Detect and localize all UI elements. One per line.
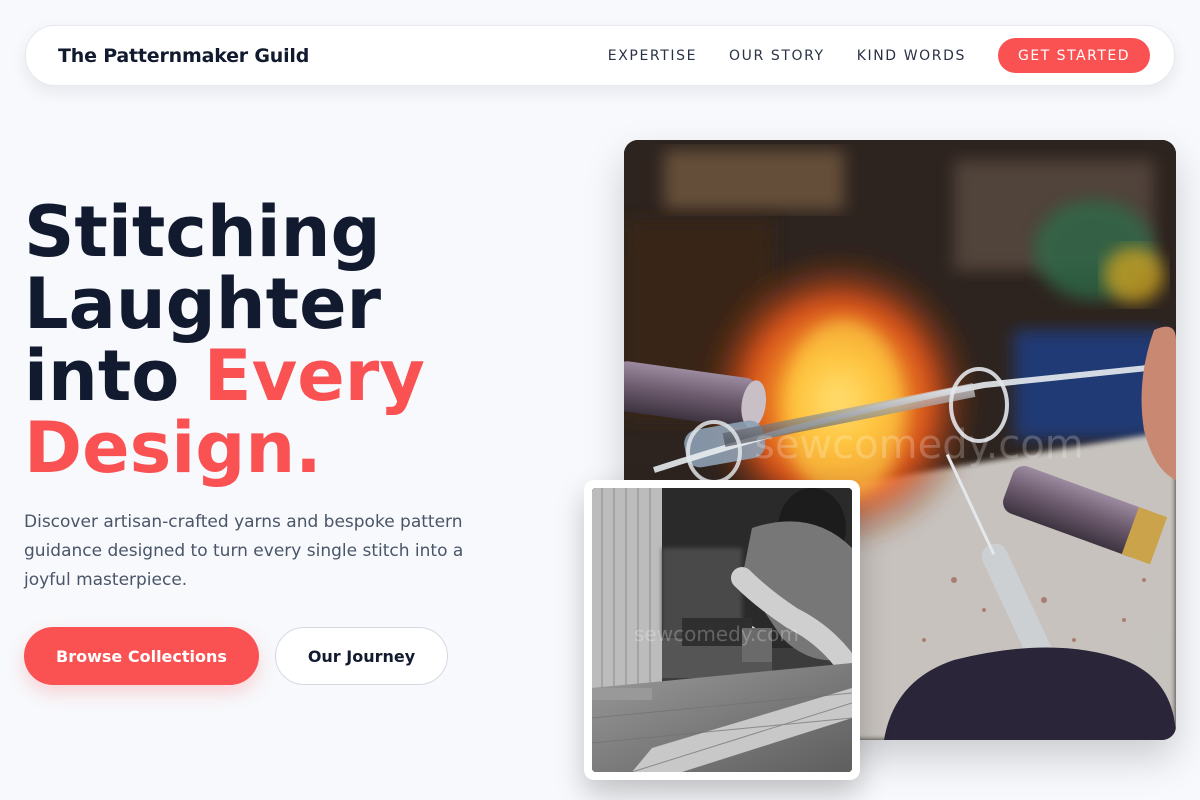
headline-line-3: into Every	[24, 335, 425, 417]
headline-line-1: Stitching	[24, 191, 381, 273]
nav-link-expertise[interactable]: EXPERTISE	[608, 48, 697, 64]
woodworking-illustration	[592, 488, 852, 772]
landing-page: The Patternmaker Guild EXPERTISE OUR STO…	[0, 0, 1200, 800]
brand-logo-text[interactable]: The Patternmaker Guild	[58, 45, 309, 67]
nav-links: EXPERTISE OUR STORY KIND WORDS GET START…	[608, 38, 1150, 73]
navbar: The Patternmaker Guild EXPERTISE OUR STO…	[25, 25, 1175, 86]
get-started-button[interactable]: GET STARTED	[997, 38, 1150, 73]
headline-accent-every: Every	[203, 335, 425, 417]
our-journey-button[interactable]: Our Journey	[275, 627, 448, 685]
headline-line-2: Laughter	[24, 263, 382, 345]
inset-image-woodworking: sewcomedy.com	[592, 488, 852, 772]
headline-accent-design: Design.	[24, 407, 322, 489]
nav-link-our-story[interactable]: OUR STORY	[729, 48, 825, 64]
hero-description: Discover artisan-crafted yarns and bespo…	[24, 512, 464, 590]
inset-image-card: sewcomedy.com	[584, 480, 860, 780]
browse-collections-button[interactable]: Browse Collections	[24, 627, 259, 685]
hero-headline: Stitching Laughter into Every Design.	[24, 196, 584, 484]
headline-line-3-plain: into	[24, 335, 204, 417]
nav-link-kind-words[interactable]: KIND WORDS	[857, 48, 966, 64]
